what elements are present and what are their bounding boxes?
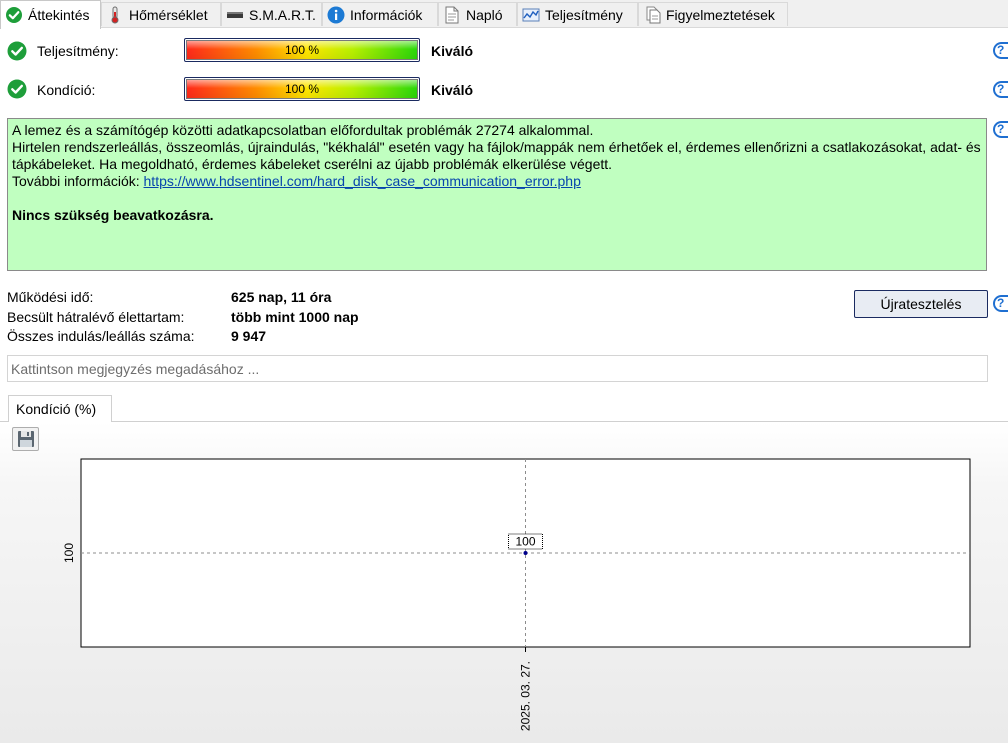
health-label: Kondíció: [37,82,96,98]
tab-smart[interactable]: S.M.A.R.T. [221,2,322,26]
retest-help-icon[interactable]: ? [993,295,1008,312]
message-help-icon[interactable]: ? [993,121,1008,138]
y-tick-label: 100 [62,543,76,563]
x-tick-label: 2025. 03. 27. [519,661,533,731]
tab-label: S.M.A.R.T. [249,6,316,23]
drive-icon [226,6,244,24]
tab-label: Információk [350,6,423,23]
performance-rating: Kiváló [431,43,474,59]
status-message-box: A lemez és a számítógép közötti adatkapc… [7,118,987,271]
thermometer-icon [106,6,124,24]
tab-alerts[interactable]: Figyelmeztetések [638,2,788,26]
performance-progress-bar: 100 % [184,38,420,62]
performance-percent: 100 % [284,43,320,57]
tab-information[interactable]: Információk [322,2,438,26]
tab-label: Figyelmeztetések [666,6,775,23]
power-on-time-label: Működési idő: [7,289,94,305]
start-stop-count-value: 9 947 [231,328,267,344]
document-icon [443,6,461,24]
health-help-icon[interactable]: ? [993,81,1008,98]
performance-help-icon[interactable]: ? [993,42,1008,59]
power-on-time-value: 625 nap, 11 óra [231,289,332,305]
tab-label: Napló [466,6,503,23]
check-circle-icon [5,6,23,24]
chart-tab-health[interactable]: Kondíció (%) [8,395,112,422]
health-percent: 100 % [284,82,320,96]
health-ok-check-icon [7,79,27,99]
data-point [523,551,528,555]
communication-error-text: A lemez és a számítógép közötti adatkapc… [12,122,594,138]
start-stop-count-label: Összes indulás/leállás száma: [7,328,195,344]
tab-performance[interactable]: Teljesítmény [517,2,638,26]
more-info-link[interactable]: https://www.hdsentinel.com/hard_disk_cas… [144,173,581,189]
tab-label: Áttekintés [28,7,90,23]
advice-text: Hirtelen rendszerleállás, összeomlás, új… [12,139,981,172]
performance-chart-icon [522,6,540,24]
alerts-icon [643,6,661,24]
health-history-chart: 100 2025. 03. 27. 100 [62,458,971,731]
tab-label: Hőmérséklet [129,6,208,23]
note-input[interactable] [7,355,988,382]
remaining-lifetime-label: Becsült hátralévő élettartam: [7,309,185,325]
info-icon [327,6,345,24]
performance-ok-check-icon [7,41,27,61]
tab-label: Teljesítmény [545,6,623,23]
retest-button[interactable]: Újratesztelés [854,290,988,318]
remaining-lifetime-value: több mint 1000 nap [231,309,359,325]
tab-log[interactable]: Napló [438,2,517,26]
tab-bar: Áttekintés Hőmérséklet S.M.A.R.T. Inform… [0,0,1008,29]
tab-overview[interactable]: Áttekintés [0,0,101,29]
more-info-label: További információk: [12,173,140,189]
health-rating: Kiváló [431,82,474,98]
more-info-line: További információk: https://www.hdsenti… [12,173,982,190]
performance-label: Teljesítmény: [37,43,119,59]
data-label: 100 [515,535,535,549]
tab-temperature[interactable]: Hőmérséklet [101,2,221,26]
action-text: Nincs szükség beavatkozásra. [12,207,214,223]
health-progress-bar: 100 % [184,77,420,101]
